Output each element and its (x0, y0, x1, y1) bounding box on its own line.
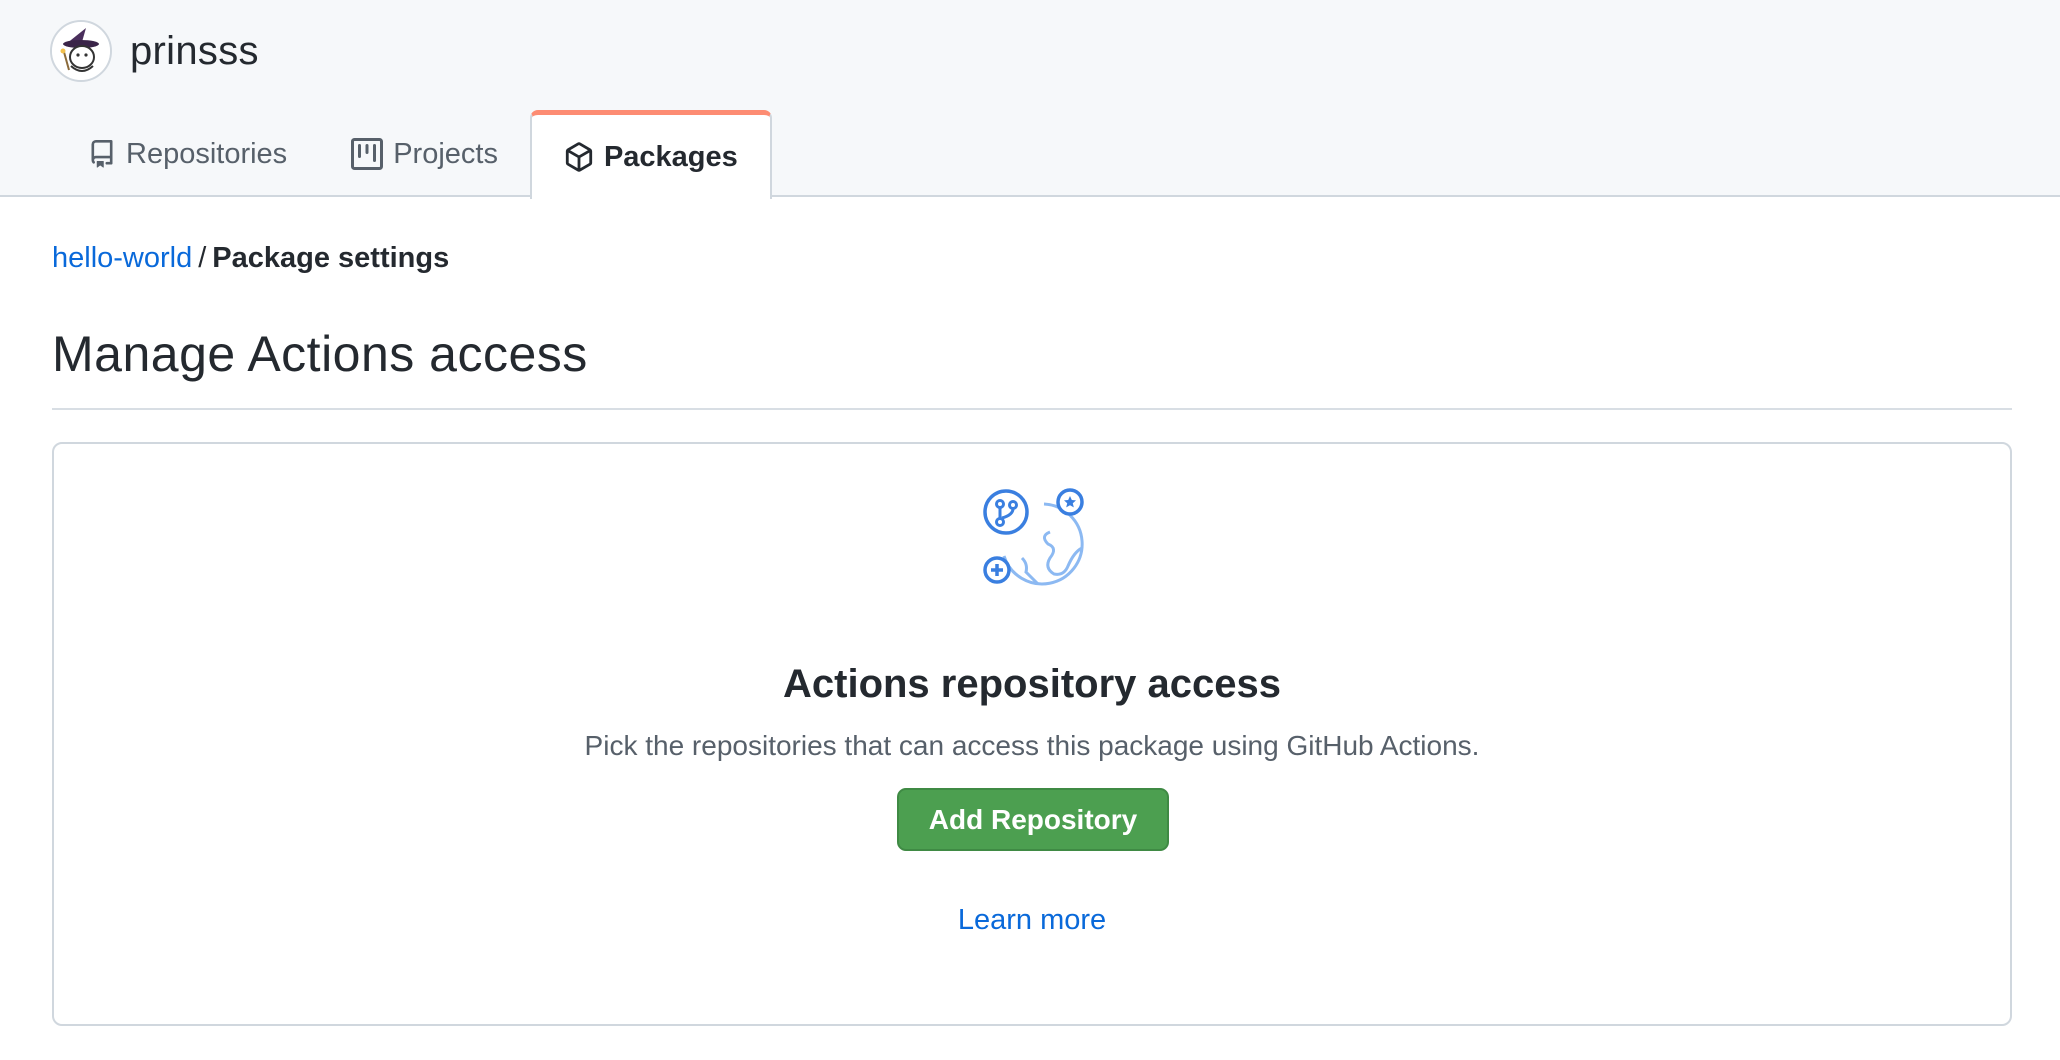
page-title: Manage Actions access (52, 326, 588, 382)
tab-label: Projects (393, 137, 498, 170)
avatar[interactable] (50, 20, 112, 82)
actions-access-blankslate: Actions repository access Pick the repos… (52, 442, 2012, 1026)
breadcrumb: hello-world / Package settings (52, 242, 449, 275)
tab-packages[interactable]: Packages (529, 110, 772, 199)
breadcrumb-separator: / (198, 242, 207, 274)
add-repository-button[interactable]: Add Repository (897, 788, 1169, 851)
repo-icon (88, 138, 116, 170)
breadcrumb-current: Package settings (212, 242, 450, 274)
witch-avatar-icon (52, 22, 110, 80)
learn-more-link[interactable]: Learn more (958, 904, 1106, 936)
blankslate-title: Actions repository access (783, 662, 1281, 706)
project-icon (351, 138, 384, 170)
tab-label: Repositories (126, 137, 288, 170)
breadcrumb-package-link[interactable]: hello-world (52, 242, 192, 274)
profile-tabs: Repositories Projects Packages (56, 110, 772, 199)
tab-label: Packages (603, 140, 738, 173)
profile-header: prinsss Repositories Projects Packages (0, 0, 2060, 199)
tab-projects[interactable]: Projects (319, 111, 530, 197)
package-icon (564, 141, 594, 173)
owner-block: prinsss (50, 19, 259, 83)
globe-repo-icon (983, 488, 1084, 586)
owner-name[interactable]: prinsss (130, 29, 259, 74)
tab-repositories[interactable]: Repositories (56, 111, 319, 197)
learn-more-container: Learn more (54, 904, 2010, 937)
title-divider (52, 408, 2012, 410)
blankslate-description: Pick the repositories that can access th… (584, 730, 1480, 761)
